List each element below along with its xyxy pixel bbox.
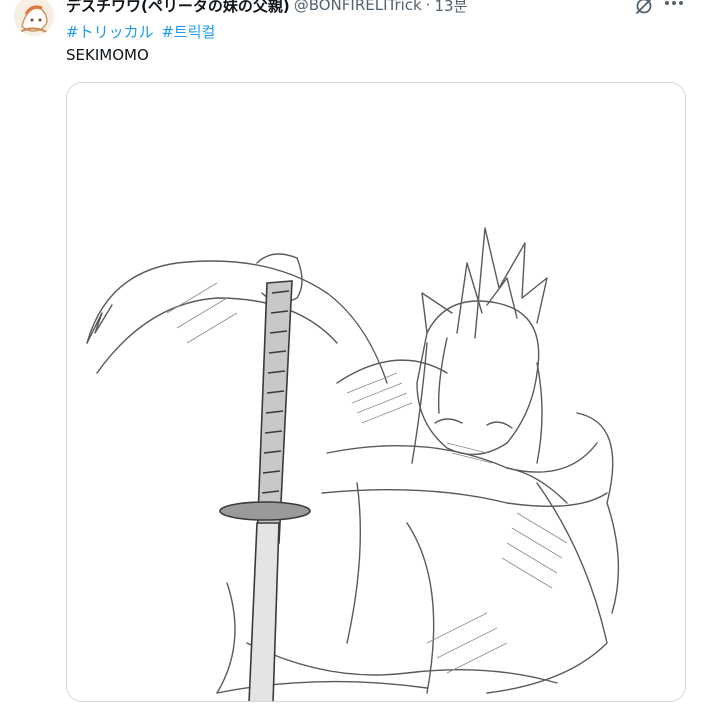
user-handle[interactable]: @BONFIRELITrick [294,0,422,14]
separator-dot: · [425,0,431,14]
more-icon[interactable] [662,0,686,16]
timestamp[interactable]: 13분 [435,0,468,16]
avatar[interactable] [14,0,54,36]
tweet-header: デスチワワ(ペリータの妹の父親) @BONFIRELITrick · 13분 [66,0,467,16]
media-image[interactable] [66,82,686,702]
tweet-text: SEKIMOMO [66,46,149,64]
sketch-illustration [67,83,685,701]
grok-icon[interactable] [634,0,654,16]
hashtag-link[interactable]: #트릭컬 [161,23,215,41]
display-name[interactable]: デスチワワ(ペリータの妹の父親) [66,0,290,16]
hashtag-list: #トリッカル #트릭컬 [66,21,218,42]
hashtag-link[interactable]: #トリッカル [66,23,154,41]
